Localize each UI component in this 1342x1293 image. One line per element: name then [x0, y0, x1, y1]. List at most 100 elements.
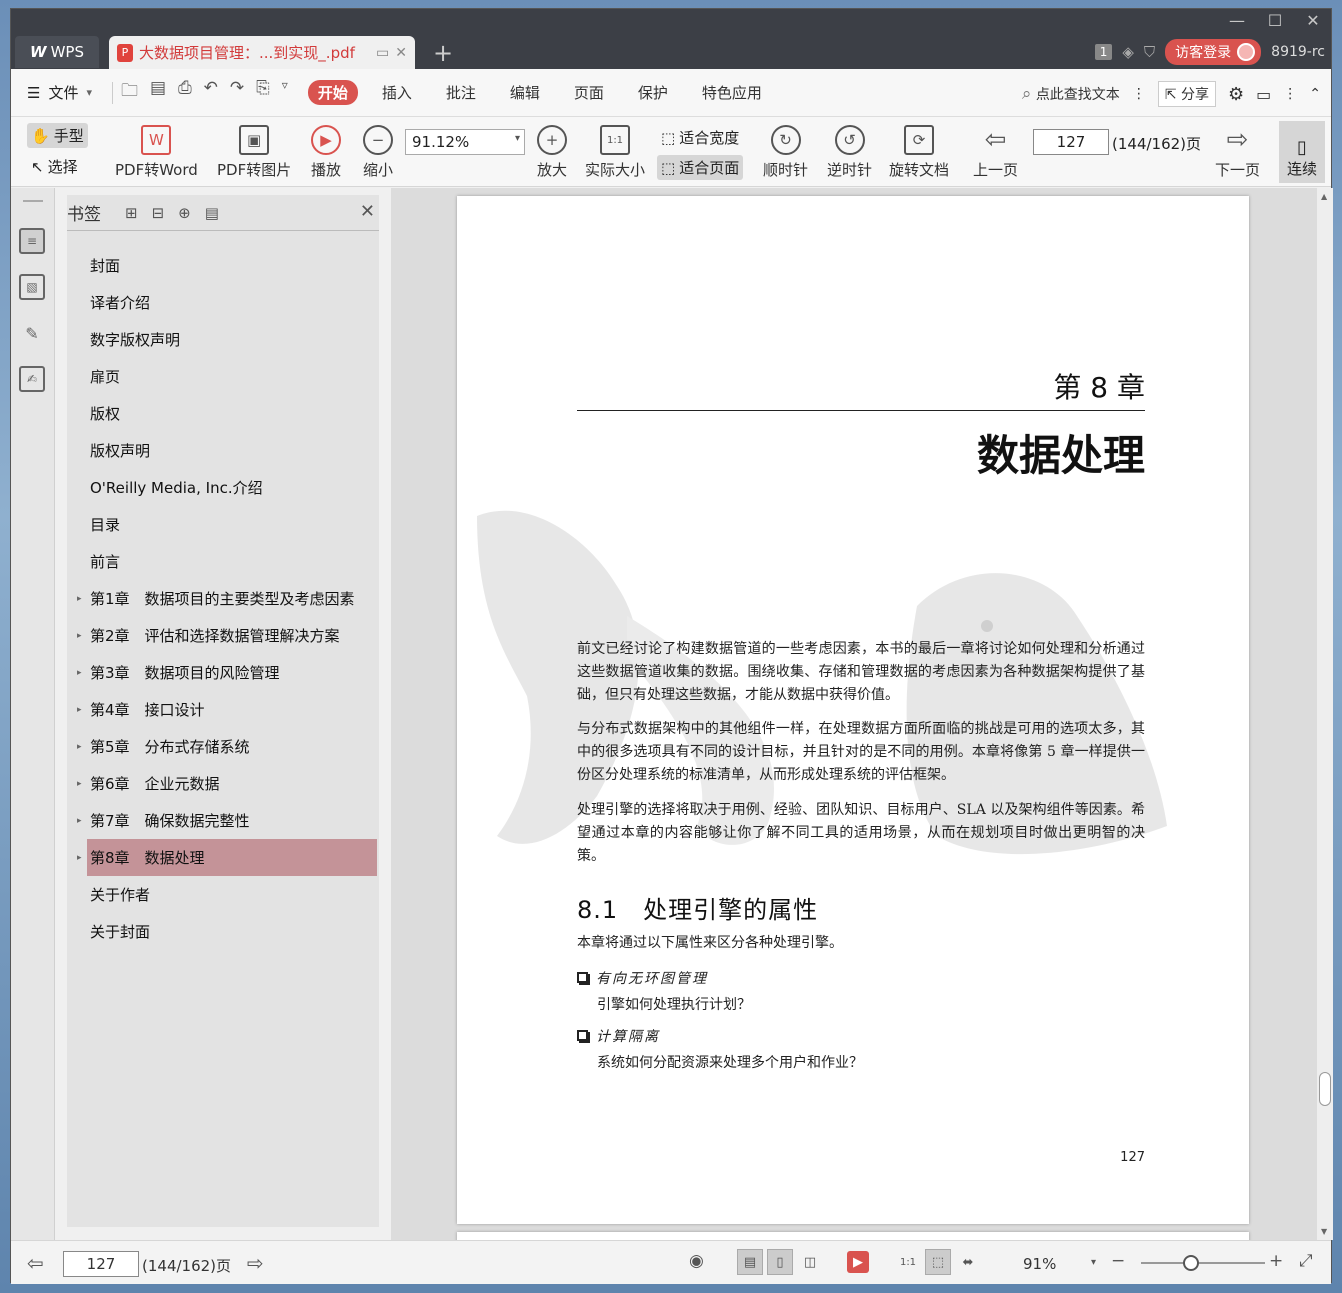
- page-number-input[interactable]: 127: [1033, 129, 1109, 155]
- bookmark-item[interactable]: 目录: [67, 506, 379, 543]
- add-bookmark-icon[interactable]: ⊕: [178, 204, 191, 222]
- share-button[interactable]: ⇱ 分享: [1157, 81, 1216, 107]
- fit-width-button[interactable]: ⬚ 适合宽度: [657, 125, 743, 150]
- comment-icon[interactable]: ▭: [1256, 85, 1271, 104]
- expand-arrow-icon[interactable]: ▸: [77, 853, 82, 863]
- single-page-view-icon[interactable]: ▯: [767, 1249, 793, 1275]
- hand-tool-button[interactable]: ✋ 手型: [27, 123, 88, 148]
- expand-all-icon[interactable]: ⊞: [125, 204, 138, 222]
- expand-arrow-icon[interactable]: ▸: [77, 705, 82, 715]
- status-page-input[interactable]: 127: [63, 1251, 139, 1277]
- fit-page-button[interactable]: ⬚ 适合页面: [657, 155, 744, 180]
- expand-arrow-icon[interactable]: ▸: [77, 816, 82, 826]
- actual-size-status-icon[interactable]: 1:1: [895, 1249, 921, 1275]
- bookmark-item[interactable]: ▸ 第8章 数据处理: [77, 839, 377, 876]
- print-icon[interactable]: ⎙: [178, 78, 192, 107]
- open-folder-icon[interactable]: 🗀: [121, 78, 138, 107]
- close-panel-icon[interactable]: ✕: [360, 201, 375, 222]
- status-zoom-out-icon[interactable]: −: [1111, 1251, 1125, 1271]
- bookmark-item[interactable]: ▸ 第3章 数据项目的风险管理: [67, 654, 379, 691]
- bookmark-item[interactable]: 版权声明: [67, 432, 379, 469]
- wps-home-tab[interactable]: W WPS: [15, 36, 99, 68]
- expand-arrow-icon[interactable]: ▸: [77, 594, 82, 604]
- tab-insert[interactable]: 插入: [372, 80, 422, 105]
- next-page-button[interactable]: ⇨ 下一页: [1215, 125, 1260, 180]
- previous-page-button[interactable]: ⇦ 上一页: [973, 125, 1018, 180]
- tab-protect[interactable]: 保护: [628, 80, 678, 105]
- zoom-slider-thumb[interactable]: [1183, 1255, 1199, 1271]
- expand-arrow-icon[interactable]: ▸: [77, 742, 82, 752]
- play-button[interactable]: ▶ 播放: [311, 125, 341, 180]
- tab-page[interactable]: 页面: [564, 80, 614, 105]
- two-page-view-icon[interactable]: ◫: [797, 1249, 823, 1275]
- expand-arrow-icon[interactable]: ▸: [77, 779, 82, 789]
- eye-protection-icon[interactable]: ◉: [689, 1251, 704, 1271]
- bookmark-panel-icon[interactable]: ≡: [19, 228, 45, 254]
- zoom-in-button[interactable]: + 放大: [537, 125, 567, 180]
- document-viewport[interactable]: 第 8 章 数据处理 前文已经讨论了构建数据管道的一些考虑因素，本书的最后一章将…: [391, 188, 1317, 1240]
- vertical-scrollbar[interactable]: ▲ ▼: [1317, 188, 1333, 1240]
- zoom-out-button[interactable]: − 缩小: [363, 125, 393, 180]
- bookmark-item[interactable]: O'Reilly Media, Inc.介绍: [67, 469, 379, 506]
- tab-edit[interactable]: 编辑: [500, 80, 550, 105]
- fit-width-status-icon[interactable]: ⬌: [955, 1249, 981, 1275]
- thumbnail-panel-icon[interactable]: ▧: [19, 274, 45, 300]
- expand-arrow-icon[interactable]: ▸: [77, 631, 82, 641]
- export-icon[interactable]: ⎘: [256, 78, 270, 107]
- bookmark-item[interactable]: 前言: [67, 543, 379, 580]
- more-quick-icon[interactable]: ▿: [282, 78, 288, 107]
- bookmark-item[interactable]: 关于作者: [67, 876, 379, 913]
- gear-icon[interactable]: ⚙: [1228, 84, 1244, 105]
- more-options-icon[interactable]: ⋮: [1132, 86, 1146, 102]
- bookmark-item[interactable]: ▸ 第7章 确保数据完整性: [67, 802, 379, 839]
- fullscreen-icon[interactable]: ⤢: [1299, 1251, 1313, 1271]
- bookmark-item[interactable]: 译者介绍: [67, 284, 379, 321]
- bookmark-item[interactable]: 关于封面: [67, 913, 379, 950]
- status-next-page-icon[interactable]: ⇨: [247, 1251, 264, 1275]
- bookmark-item[interactable]: ▸ 第1章 数据项目的主要类型及考虑因素: [67, 580, 379, 617]
- tab-annotate[interactable]: 批注: [436, 80, 486, 105]
- window-count-badge[interactable]: 1: [1094, 44, 1113, 60]
- status-zoom-value[interactable]: 91%: [1023, 1255, 1056, 1273]
- new-tab-icon[interactable]: +: [433, 39, 453, 67]
- actual-size-button[interactable]: 1:1 实际大小: [585, 125, 645, 180]
- zoom-select[interactable]: 91.12%: [405, 129, 525, 155]
- undo-icon[interactable]: ↶: [204, 78, 218, 107]
- maximize-icon[interactable]: ☐: [1265, 11, 1285, 30]
- save-icon[interactable]: ▤: [150, 78, 166, 107]
- pdf-to-image-button[interactable]: ▣ PDF转图片: [217, 125, 291, 180]
- continuous-view-icon[interactable]: ▤: [737, 1249, 763, 1275]
- screen-icon[interactable]: ▭: [376, 45, 389, 61]
- status-prev-page-icon[interactable]: ⇦: [27, 1251, 44, 1275]
- rotate-clockwise-button[interactable]: ↻ 顺时针: [763, 125, 808, 180]
- collapse-ribbon-icon[interactable]: ⌃: [1309, 86, 1321, 102]
- select-tool-button[interactable]: ↖ 选择: [27, 154, 88, 179]
- shirt-icon[interactable]: ⛉: [1144, 43, 1155, 61]
- play-slideshow-icon[interactable]: ▶: [847, 1251, 869, 1273]
- minimize-icon[interactable]: —: [1227, 11, 1247, 30]
- bookmark-item[interactable]: ▸ 第2章 评估和选择数据管理解决方案: [67, 617, 379, 654]
- document-tab[interactable]: P 大数据项目管理：...到实现_.pdf ▭ ✕: [109, 36, 415, 69]
- bookmark-item[interactable]: 封面: [67, 247, 379, 284]
- continuous-view-button[interactable]: ▯ 连续: [1279, 121, 1325, 183]
- close-tab-icon[interactable]: ✕: [395, 45, 407, 61]
- rotate-document-button[interactable]: ⟳ 旋转文档: [889, 125, 949, 180]
- bookmark-item[interactable]: ▸ 第5章 分布式存储系统: [67, 728, 379, 765]
- fit-page-status-icon[interactable]: ⬚: [925, 1249, 951, 1275]
- search-text-button[interactable]: ⌕ 点此查找文本: [1022, 84, 1120, 104]
- rotate-counterclockwise-button[interactable]: ↺ 逆时针: [827, 125, 872, 180]
- bookmark-item[interactable]: 数字版权声明: [67, 321, 379, 358]
- tab-start[interactable]: 开始: [307, 80, 358, 105]
- zoom-dropdown-icon[interactable]: ▾: [1091, 1257, 1096, 1268]
- collapse-all-icon[interactable]: ⊟: [152, 204, 165, 222]
- signature-panel-icon[interactable]: ✍: [19, 366, 45, 392]
- expand-arrow-icon[interactable]: ▸: [77, 668, 82, 678]
- status-zoom-in-icon[interactable]: +: [1269, 1251, 1283, 1271]
- skin-icon[interactable]: ◈: [1122, 43, 1134, 61]
- zoom-slider-track[interactable]: [1141, 1262, 1265, 1264]
- visitor-login-button[interactable]: 访客登录: [1165, 39, 1262, 65]
- tab-special[interactable]: 特色应用: [692, 80, 772, 105]
- file-menu[interactable]: ☰ 文件 ▾: [27, 82, 104, 103]
- bookmark-options-icon[interactable]: ▤: [205, 204, 219, 222]
- bookmark-item[interactable]: ▸ 第4章 接口设计: [67, 691, 379, 728]
